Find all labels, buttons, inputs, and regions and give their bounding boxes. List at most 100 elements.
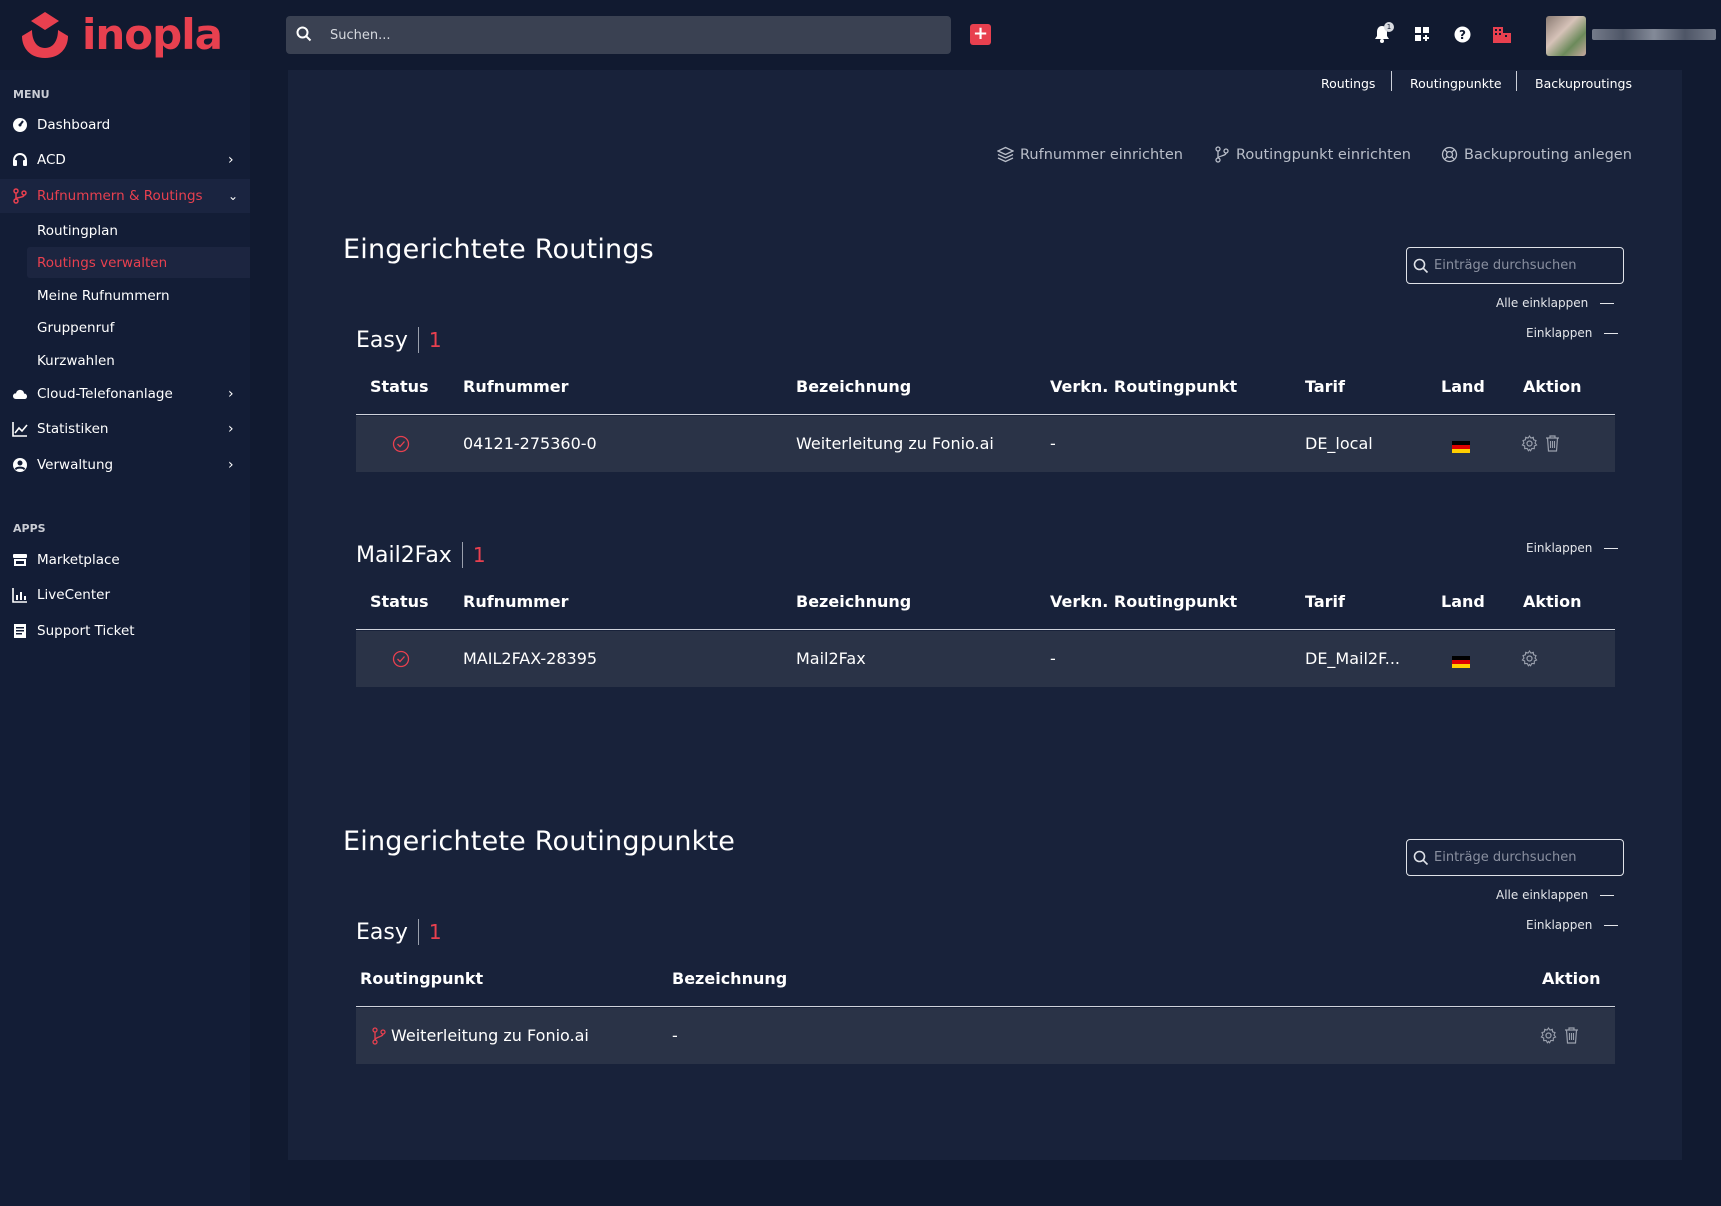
sidebar-item-livecenter[interactable]: LiveCenter	[0, 578, 250, 612]
gear-icon[interactable]	[1521, 435, 1538, 452]
cell-label: Weiterleitung zu Fonio.ai	[796, 434, 994, 453]
company-button[interactable]	[1490, 20, 1514, 48]
create-backup-button[interactable]: Backuprouting anlegen	[1441, 146, 1632, 163]
check-circle-icon	[392, 435, 410, 453]
col-label[interactable]: Bezeichnung	[672, 969, 787, 988]
group-count: 1	[428, 920, 442, 944]
header-icons: 1 ?	[1370, 20, 1514, 48]
group-name: Easy	[356, 919, 408, 945]
sidebar-subitem-group-call[interactable]: Gruppenruf	[27, 312, 250, 343]
collapse-all-routingpoints[interactable]: Alle einklappen	[1496, 888, 1615, 902]
group-header-easy-routingpoints: Easy 1	[356, 919, 442, 945]
help-button[interactable]: ?	[1450, 20, 1474, 48]
sidebar-subitem-speed-dials[interactable]: Kurzwahlen	[27, 345, 250, 376]
sidebar-item-cloud-pbx[interactable]: Cloud-Telefonanlage ›	[0, 377, 250, 411]
tab-backuproutings[interactable]: Backuproutings	[1535, 76, 1632, 91]
cell-number: MAIL2FAX-28395	[463, 649, 598, 668]
routings-filter[interactable]	[1406, 247, 1624, 284]
gear-icon[interactable]	[1540, 1027, 1557, 1044]
sidebar-item-marketplace[interactable]: Marketplace	[0, 543, 250, 577]
col-tariff[interactable]: Tarif	[1305, 592, 1345, 611]
col-status[interactable]: Status	[370, 377, 429, 396]
tab-routingpoints[interactable]: Routingpunkte	[1410, 76, 1502, 91]
sidebar-item-numbers-routings[interactable]: Rufnummern & Routings ⌄	[0, 179, 250, 213]
sidebar-item-label: ACD	[37, 152, 66, 168]
ticket-icon	[14, 624, 26, 638]
cell-routingpoint-name[interactable]: Weiterleitung zu Fonio.ai	[391, 1026, 589, 1045]
col-status[interactable]: Status	[370, 592, 429, 611]
col-number[interactable]: Rufnummer	[463, 592, 569, 611]
chevron-right-icon: ›	[228, 152, 234, 168]
germany-flag-icon	[1452, 656, 1470, 668]
brand-logo[interactable]: inopla	[18, 8, 223, 62]
sidebar-item-label: Marketplace	[37, 552, 120, 568]
routings-filter-input[interactable]	[1434, 248, 1619, 283]
trash-icon[interactable]	[1545, 435, 1560, 452]
sidebar-subitem-my-numbers[interactable]: Meine Rufnummern	[27, 280, 250, 311]
sidebar-item-support-ticket[interactable]: Support Ticket	[0, 614, 250, 648]
col-label[interactable]: Bezeichnung	[796, 377, 911, 396]
sidebar-item-label: Cloud-Telefonanlage	[37, 386, 173, 402]
sidebar-subitem-manage-routings[interactable]: Routings verwalten	[27, 247, 250, 278]
search-input[interactable]	[330, 16, 930, 54]
chevron-down-icon: ⌄	[228, 189, 239, 203]
minus-icon	[1604, 547, 1619, 549]
minus-icon	[1604, 332, 1619, 334]
inopla-logo-icon	[22, 12, 68, 58]
table-row[interactable]: 04121-275360-0 Weiterleitung zu Fonio.ai…	[356, 416, 1615, 472]
sidebar-item-administration[interactable]: Verwaltung ›	[0, 448, 250, 482]
cell-routingpoint: -	[1050, 434, 1056, 453]
setup-routingpoint-button[interactable]: Routingpunkt einrichten	[1214, 146, 1411, 163]
notifications-button[interactable]: 1	[1370, 20, 1394, 48]
sidebar-item-label: Verwaltung	[37, 457, 114, 473]
search-icon	[1413, 850, 1429, 866]
sidebar-item-dashboard[interactable]: Dashboard	[0, 108, 250, 142]
sidebar-item-statistics[interactable]: Statistiken ›	[0, 412, 250, 446]
sidebar-item-acd[interactable]: ACD ›	[0, 143, 250, 177]
divider	[1391, 71, 1392, 91]
group-header-mail2fax: Mail2Fax 1	[356, 542, 486, 568]
col-action: Aktion	[1523, 377, 1582, 396]
col-country[interactable]: Land	[1441, 377, 1485, 396]
gear-icon[interactable]	[1521, 650, 1538, 667]
col-country[interactable]: Land	[1441, 592, 1485, 611]
col-action: Aktion	[1523, 592, 1582, 611]
collapse-all-routings[interactable]: Alle einklappen	[1496, 296, 1615, 310]
col-routingpoint[interactable]: Routingpunkt	[360, 969, 483, 988]
col-label[interactable]: Bezeichnung	[796, 592, 911, 611]
minus-icon	[1600, 302, 1615, 304]
collapse-group-easy-routingpoints[interactable]: Einklappen	[1526, 918, 1619, 932]
col-number[interactable]: Rufnummer	[463, 377, 569, 396]
cell-label: Mail2Fax	[796, 649, 866, 668]
setup-number-button[interactable]: Rufnummer einrichten	[997, 146, 1183, 163]
avatar[interactable]	[1546, 16, 1586, 56]
table-row[interactable]: Weiterleitung zu Fonio.ai -	[356, 1008, 1615, 1064]
collapse-group-mail2fax[interactable]: Einklappen	[1526, 541, 1619, 555]
table-row[interactable]: MAIL2FAX-28395 Mail2Fax - DE_Mail2F...	[356, 631, 1615, 687]
routingpoints-filter[interactable]	[1406, 839, 1624, 876]
col-routingpoint[interactable]: Verkn. Routingpunkt	[1050, 592, 1237, 611]
sidebar-subitem-routingplan[interactable]: Routingplan	[27, 215, 250, 246]
add-button[interactable]: +	[970, 24, 991, 45]
help-circle-icon: ?	[1454, 26, 1470, 42]
group-header-easy: Easy 1	[356, 327, 442, 353]
divider	[417, 919, 419, 945]
col-action: Aktion	[1542, 969, 1601, 988]
sidebar-item-label: Rufnummern & Routings	[37, 188, 203, 204]
routingpoints-filter-input[interactable]	[1434, 840, 1619, 875]
tab-routings[interactable]: Routings	[1321, 76, 1375, 91]
apps-grid-button[interactable]	[1410, 20, 1434, 48]
col-routingpoint[interactable]: Verkn. Routingpunkt	[1050, 377, 1237, 396]
col-tariff[interactable]: Tarif	[1305, 377, 1345, 396]
store-icon	[13, 554, 27, 566]
collapse-label: Einklappen	[1526, 326, 1593, 340]
trash-icon[interactable]	[1564, 1027, 1579, 1044]
collapse-group-easy[interactable]: Einklappen	[1526, 326, 1619, 340]
user-name-blurred[interactable]	[1592, 29, 1716, 40]
sidebar-item-label: Dashboard	[37, 117, 111, 133]
grid-plus-icon	[1415, 27, 1429, 41]
global-search[interactable]	[286, 16, 951, 54]
building-icon	[1493, 26, 1511, 43]
divider	[356, 1006, 1615, 1007]
cell-number: 04121-275360-0	[463, 434, 597, 453]
